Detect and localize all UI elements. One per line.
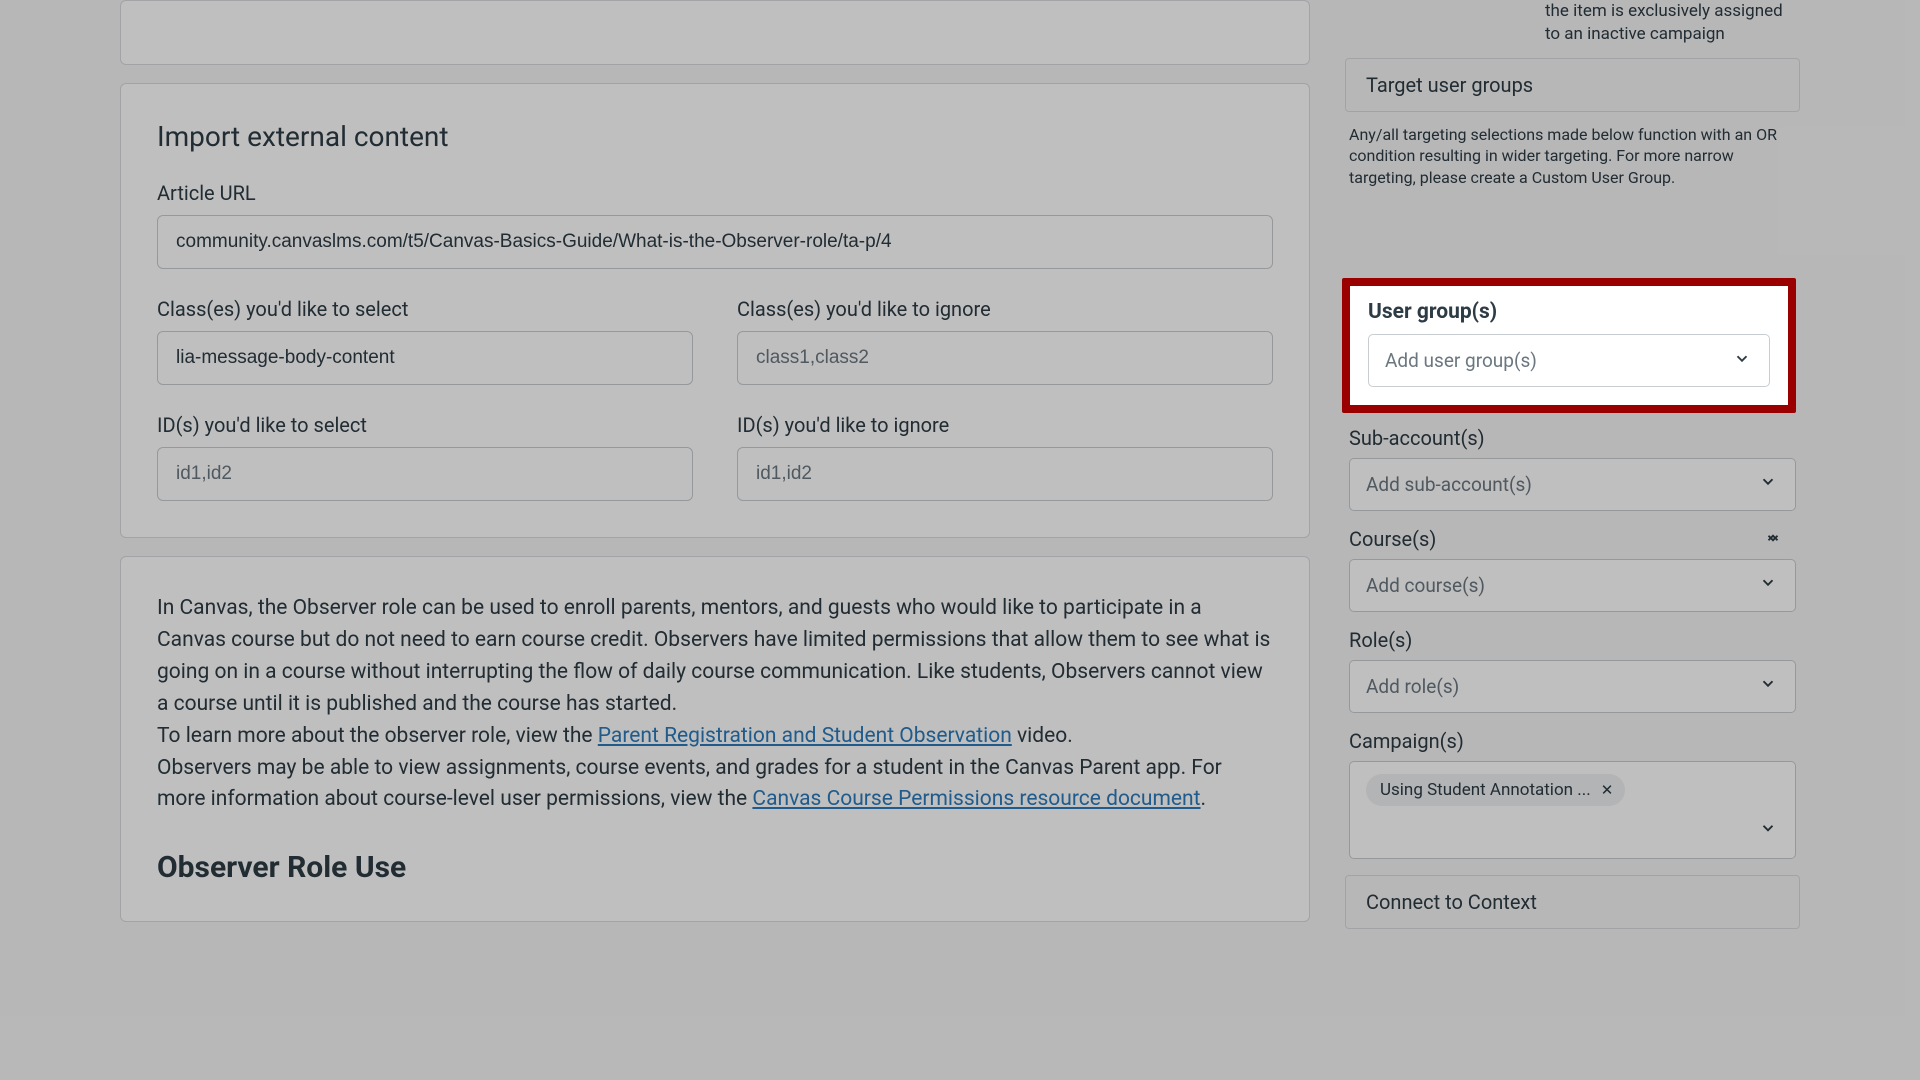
accordion-target-label: Target user groups: [1366, 73, 1533, 97]
content-preview-card: In Canvas, the Observer role can be used…: [120, 556, 1310, 922]
campaign-chip-label: Using Student Annotation ...: [1380, 780, 1591, 800]
roles-placeholder: Add role(s): [1366, 675, 1459, 698]
subaccounts-label: Sub-account(s): [1349, 426, 1796, 450]
close-icon[interactable]: ✕: [1601, 781, 1614, 799]
accordion-connect-label: Connect to Context: [1366, 890, 1537, 914]
user-groups-label: User group(s): [1368, 300, 1770, 324]
ids-ignore-input[interactable]: [737, 447, 1273, 501]
user-groups-highlight: User group(s) Add user group(s): [1342, 278, 1796, 413]
import-external-content-card: Import external content Article URL Clas…: [120, 83, 1310, 538]
content-p1b-post: video.: [1012, 724, 1073, 748]
ids-ignore-label: ID(s) you'd like to ignore: [737, 413, 1273, 437]
user-groups-placeholder: Add user group(s): [1385, 349, 1537, 372]
subaccounts-placeholder: Add sub-account(s): [1366, 473, 1532, 496]
subaccounts-dropdown[interactable]: Add sub-account(s): [1349, 458, 1796, 511]
classes-select-label: Class(es) you'd like to select: [157, 297, 693, 321]
import-title: Import external content: [157, 120, 1273, 153]
link-canvas-permissions[interactable]: Canvas Course Permissions resource docum…: [752, 787, 1200, 811]
courses-dropdown[interactable]: Add course(s): [1349, 559, 1796, 612]
campaigns-label: Campaign(s): [1349, 729, 1796, 753]
accordion-target-user-groups[interactable]: Target user groups: [1345, 58, 1800, 112]
campaign-chip[interactable]: Using Student Annotation ... ✕: [1366, 774, 1625, 806]
chevron-down-icon: [1759, 473, 1777, 496]
chevron-down-icon: [1733, 349, 1751, 372]
chevron-down-icon: [1764, 528, 1782, 552]
chevron-down-icon: [1759, 675, 1777, 698]
inactive-campaign-note: the item is exclusively assigned to an i…: [1345, 0, 1800, 46]
chevron-down-icon: [1759, 819, 1777, 842]
roles-dropdown[interactable]: Add role(s): [1349, 660, 1796, 713]
classes-ignore-label: Class(es) you'd like to ignore: [737, 297, 1273, 321]
accordion-connect-to-context[interactable]: Connect to Context: [1345, 875, 1800, 929]
top-spacer-card: [120, 0, 1310, 65]
content-p1b-pre: To learn more about the observer role, v…: [157, 724, 598, 748]
user-groups-dropdown[interactable]: Add user group(s): [1368, 334, 1770, 387]
classes-ignore-input[interactable]: [737, 331, 1273, 385]
link-parent-registration[interactable]: Parent Registration and Student Observat…: [598, 724, 1012, 748]
campaigns-dropdown[interactable]: Using Student Annotation ... ✕: [1349, 761, 1796, 859]
ids-select-input[interactable]: [157, 447, 693, 501]
content-p2b: .: [1201, 787, 1207, 811]
article-url-input[interactable]: [157, 215, 1273, 269]
roles-label: Role(s): [1349, 628, 1796, 652]
observer-role-use-heading: Observer Role Use: [157, 850, 1273, 885]
courses-label: Course(s): [1349, 527, 1796, 551]
article-url-label: Article URL: [157, 181, 1273, 205]
targeting-note: Any/all targeting selections made below …: [1345, 124, 1800, 205]
ids-select-label: ID(s) you'd like to select: [157, 413, 693, 437]
courses-placeholder: Add course(s): [1366, 574, 1485, 597]
classes-select-input[interactable]: [157, 331, 693, 385]
chevron-down-icon: [1759, 574, 1777, 597]
content-body: In Canvas, the Observer role can be used…: [157, 593, 1273, 816]
content-p1a: In Canvas, the Observer role can be used…: [157, 596, 1270, 716]
